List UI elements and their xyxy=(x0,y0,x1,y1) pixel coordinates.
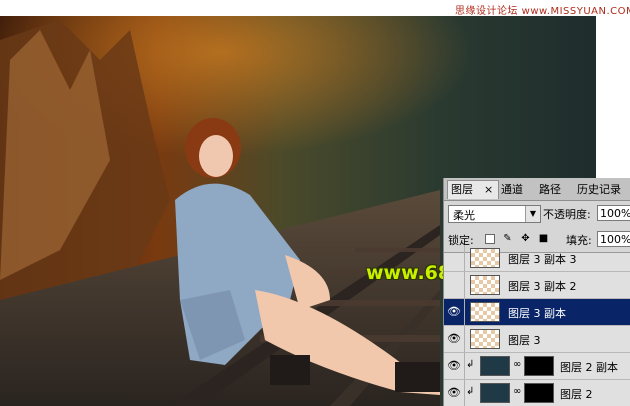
link-chain-icon[interactable]: ∞ xyxy=(513,359,521,370)
eye-icon[interactable]: 👁 xyxy=(444,299,465,325)
layer-thumbnail xyxy=(470,302,500,322)
lock-image-pixels-icon[interactable]: ✎ xyxy=(502,233,513,244)
layer-name: 图层 3 xyxy=(508,334,541,347)
layer-row[interactable]: 👁 ↲ ∞ 图层 2 副本 xyxy=(444,353,630,380)
eye-icon[interactable] xyxy=(444,245,465,271)
layer-row[interactable]: 图层 3 副本 2 xyxy=(444,272,630,299)
layer-row[interactable]: 👁 ↲ ∞ 图层 2 xyxy=(444,380,630,406)
layer-name: 图层 3 副本 3 xyxy=(508,253,577,266)
layer-thumbnail xyxy=(470,248,500,268)
panel-tab-bar: 图层 × 通道 路径 历史记录 xyxy=(444,178,630,201)
layer-thumbnail xyxy=(480,356,510,376)
layers-panel: 图层 × 通道 路径 历史记录 柔光 ▼ 不透明度: 100% 锁定: ✎ ✥ … xyxy=(443,178,630,406)
tab-layers-label: 图层 xyxy=(451,183,473,196)
link-chain-icon[interactable]: ∞ xyxy=(513,386,521,397)
eye-icon[interactable]: 👁 xyxy=(444,326,465,352)
tab-layers[interactable]: 图层 × xyxy=(447,180,499,199)
lock-position-icon[interactable]: ✥ xyxy=(520,233,531,244)
clipping-mask-icon: ↲ xyxy=(466,359,475,370)
layer-name: 图层 3 副本 2 xyxy=(508,280,577,293)
layer-name: 图层 3 副本 xyxy=(508,307,566,320)
lock-all-icon[interactable]: ■ xyxy=(538,233,549,244)
lock-transparent-pixels-icon[interactable] xyxy=(485,234,495,244)
layer-mask-thumbnail[interactable] xyxy=(524,383,554,403)
blend-mode-select[interactable]: 柔光 ▼ xyxy=(448,205,541,223)
eye-icon[interactable]: 👁 xyxy=(444,353,465,379)
layer-thumbnail xyxy=(470,275,500,295)
layer-name: 图层 2 xyxy=(560,388,593,401)
chevron-down-icon[interactable]: ▼ xyxy=(525,206,540,222)
layer-row[interactable]: 👁 图层 3 xyxy=(444,326,630,353)
layer-thumbnail xyxy=(480,383,510,403)
clipping-mask-icon: ↲ xyxy=(466,386,475,397)
blend-row: 柔光 ▼ 不透明度: 100% xyxy=(444,202,630,224)
layer-mask-thumbnail[interactable] xyxy=(524,356,554,376)
tab-paths[interactable]: 路径 xyxy=(536,181,564,199)
blend-mode-value: 柔光 xyxy=(453,209,475,222)
layer-row[interactable]: 图层 3 副本 3 xyxy=(444,245,630,272)
tab-close-icon[interactable]: × xyxy=(484,181,493,199)
opacity-label: 不透明度: xyxy=(543,208,591,221)
layer-name: 图层 2 副本 xyxy=(560,361,618,374)
eye-icon[interactable]: 👁 xyxy=(444,380,465,406)
eye-icon[interactable] xyxy=(444,272,465,298)
watermark-top: 思缘设计论坛 www.MISSYUAN.COM xyxy=(455,6,630,17)
tab-channels[interactable]: 通道 xyxy=(498,181,526,199)
tab-history[interactable]: 历史记录 xyxy=(574,181,624,199)
layer-thumbnail xyxy=(470,329,500,349)
layer-list: 图层 3 副本 3 图层 3 副本 2 👁 图层 3 副本 👁 图层 3 👁 ↲ ∞ 图层 2 副… xyxy=(444,245,630,406)
opacity-input[interactable]: 100% xyxy=(597,205,630,221)
layer-row[interactable]: 👁 图层 3 副本 xyxy=(444,299,630,326)
